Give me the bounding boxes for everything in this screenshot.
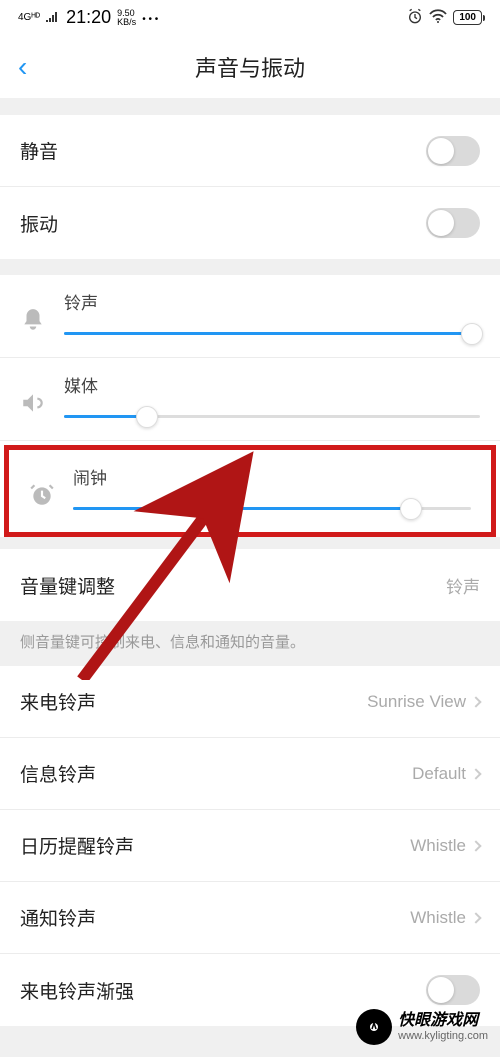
vibrate-toggle[interactable] [426, 208, 480, 238]
alarm-icon [407, 8, 423, 27]
ascending-toggle[interactable] [426, 975, 480, 1005]
volume-key-value: 铃声 [446, 573, 480, 598]
chevron-right-icon [470, 696, 481, 707]
message-ringtone-label: 信息铃声 [20, 760, 96, 787]
battery-indicator: 100 [453, 10, 482, 25]
notification-ringtone-row[interactable]: 通知铃声 Whistle [0, 882, 500, 954]
chevron-right-icon [470, 840, 481, 851]
ringtone-slider-row: 铃声 [0, 275, 500, 358]
back-button[interactable]: ‹ [18, 51, 27, 83]
status-bar: 4Gᴴᴰ 21:20 9.50 KB/s 100 [0, 0, 500, 35]
media-slider-row: 媒体 [0, 358, 500, 441]
message-ringtone-value: Default [412, 764, 466, 784]
media-slider[interactable] [64, 415, 480, 418]
notification-ringtone-value: Whistle [410, 908, 466, 928]
call-ringtone-value: Sunrise View [367, 692, 466, 712]
speaker-icon [20, 390, 46, 416]
watermark-icon [356, 1009, 392, 1045]
vibrate-row[interactable]: 振动 [0, 187, 500, 259]
message-ringtone-row[interactable]: 信息铃声 Default [0, 738, 500, 810]
calendar-ringtone-value: Whistle [410, 836, 466, 856]
chevron-right-icon [470, 768, 481, 779]
chevron-right-icon [470, 912, 481, 923]
alarm-highlight: 闹钟 [4, 445, 496, 537]
volume-key-row[interactable]: 音量键调整 铃声 [0, 549, 500, 621]
bell-icon [20, 307, 46, 333]
volume-key-label: 音量键调整 [20, 572, 115, 599]
calendar-ringtone-label: 日历提醒铃声 [20, 832, 134, 859]
alarm-slider-row: 闹钟 [9, 450, 491, 532]
page-title: 声音与振动 [0, 51, 500, 83]
notification-ringtone-label: 通知铃声 [20, 904, 96, 931]
clock-icon [29, 482, 55, 508]
mute-toggle[interactable] [426, 136, 480, 166]
mute-row[interactable]: 静音 [0, 115, 500, 187]
status-left: 4Gᴴᴰ 21:20 9.50 KB/s [18, 7, 158, 28]
vibrate-label: 振动 [20, 210, 58, 237]
volume-key-hint: 侧音量键可控制来电、信息和通知的音量。 [0, 621, 500, 666]
alarm-slider-label: 闹钟 [73, 464, 471, 489]
ringtone-slider-label: 铃声 [64, 289, 480, 314]
call-ringtone-label: 来电铃声 [20, 688, 96, 715]
ascending-ringtone-label: 来电铃声渐强 [20, 977, 134, 1004]
watermark-title: 快眼游戏网 [398, 1011, 488, 1030]
watermark: 快眼游戏网 www.kyligting.com [356, 1009, 488, 1045]
network-indicator: 4Gᴴᴰ [18, 13, 40, 23]
media-slider-label: 媒体 [64, 372, 480, 397]
ringtone-slider[interactable] [64, 332, 480, 335]
signal-icon [46, 10, 60, 25]
calendar-ringtone-row[interactable]: 日历提醒铃声 Whistle [0, 810, 500, 882]
call-ringtone-row[interactable]: 来电铃声 Sunrise View [0, 666, 500, 738]
data-speed: 9.50 KB/s [117, 9, 136, 27]
wifi-icon [429, 9, 447, 26]
mute-label: 静音 [20, 137, 58, 164]
status-right: 100 [407, 8, 482, 27]
more-icon [142, 10, 158, 25]
status-time: 21:20 [66, 7, 111, 28]
header: ‹ 声音与振动 [0, 35, 500, 99]
alarm-slider[interactable] [73, 507, 471, 510]
watermark-url: www.kyligting.com [398, 1030, 488, 1043]
